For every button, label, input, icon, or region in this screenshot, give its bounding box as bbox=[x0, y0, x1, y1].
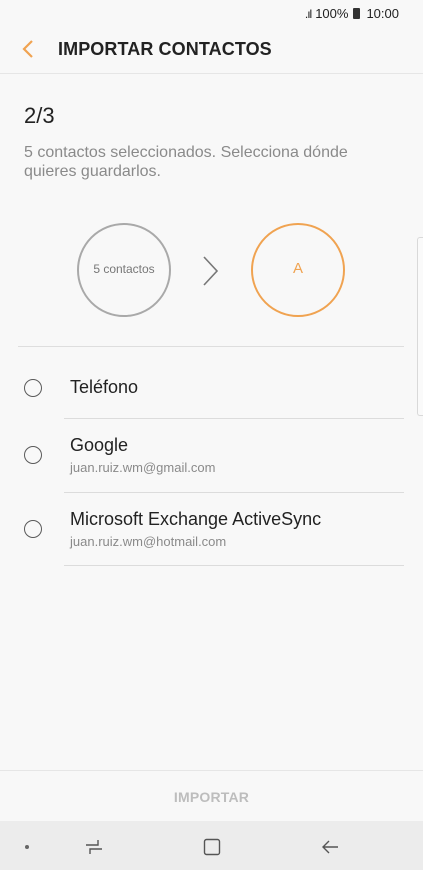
option-telefono[interactable]: Teléfono bbox=[0, 347, 423, 419]
signal-icon: .ıl bbox=[304, 6, 312, 21]
option-subtitle: juan.ruiz.wm@hotmail.com bbox=[70, 534, 227, 549]
option-exchange[interactable]: Microsoft Exchange ActiveSync juan.ruiz.… bbox=[0, 493, 423, 565]
divider bbox=[64, 565, 404, 566]
source-label: 5 contactos bbox=[93, 262, 155, 276]
option-google[interactable]: Google juan.ruiz.wm@gmail.com bbox=[0, 419, 423, 492]
radio-button[interactable] bbox=[24, 379, 42, 397]
target-circle: A bbox=[251, 223, 345, 317]
status-indicators: .ıl 100% 10:00 bbox=[305, 6, 399, 21]
home-icon[interactable] bbox=[202, 837, 222, 857]
battery-percent: 100% bbox=[315, 6, 349, 21]
instructions-text: 5 contactos seleccionados. Selecciona dó… bbox=[24, 144, 348, 180]
back-chevron-icon[interactable] bbox=[20, 38, 40, 60]
battery-icon bbox=[353, 8, 361, 19]
back-arrow-icon[interactable] bbox=[320, 837, 340, 857]
radio-button[interactable] bbox=[24, 446, 42, 464]
source-circle: 5 contactos bbox=[77, 223, 171, 317]
import-button[interactable]: IMPORTAR bbox=[0, 771, 423, 821]
navigation-bar bbox=[0, 821, 423, 870]
chevron-right-icon bbox=[203, 256, 219, 286]
step-indicator: 2/3 bbox=[24, 103, 55, 128]
app-header: IMPORTAR CONTACTOS bbox=[0, 28, 423, 74]
status-bar: .ıl 100% 10:00 bbox=[0, 0, 423, 28]
nav-dot-icon bbox=[25, 845, 29, 849]
option-title: Microsoft Exchange ActiveSync bbox=[70, 509, 322, 529]
option-title: Google bbox=[70, 435, 129, 455]
recent-apps-icon[interactable] bbox=[84, 837, 104, 857]
radio-button[interactable] bbox=[24, 520, 42, 538]
clock: 10:00 bbox=[366, 6, 399, 21]
option-title: Teléfono bbox=[70, 377, 139, 397]
option-subtitle: juan.ruiz.wm@gmail.com bbox=[70, 460, 216, 475]
target-label: A bbox=[292, 260, 303, 277]
page-title: IMPORTAR CONTACTOS bbox=[58, 39, 272, 59]
